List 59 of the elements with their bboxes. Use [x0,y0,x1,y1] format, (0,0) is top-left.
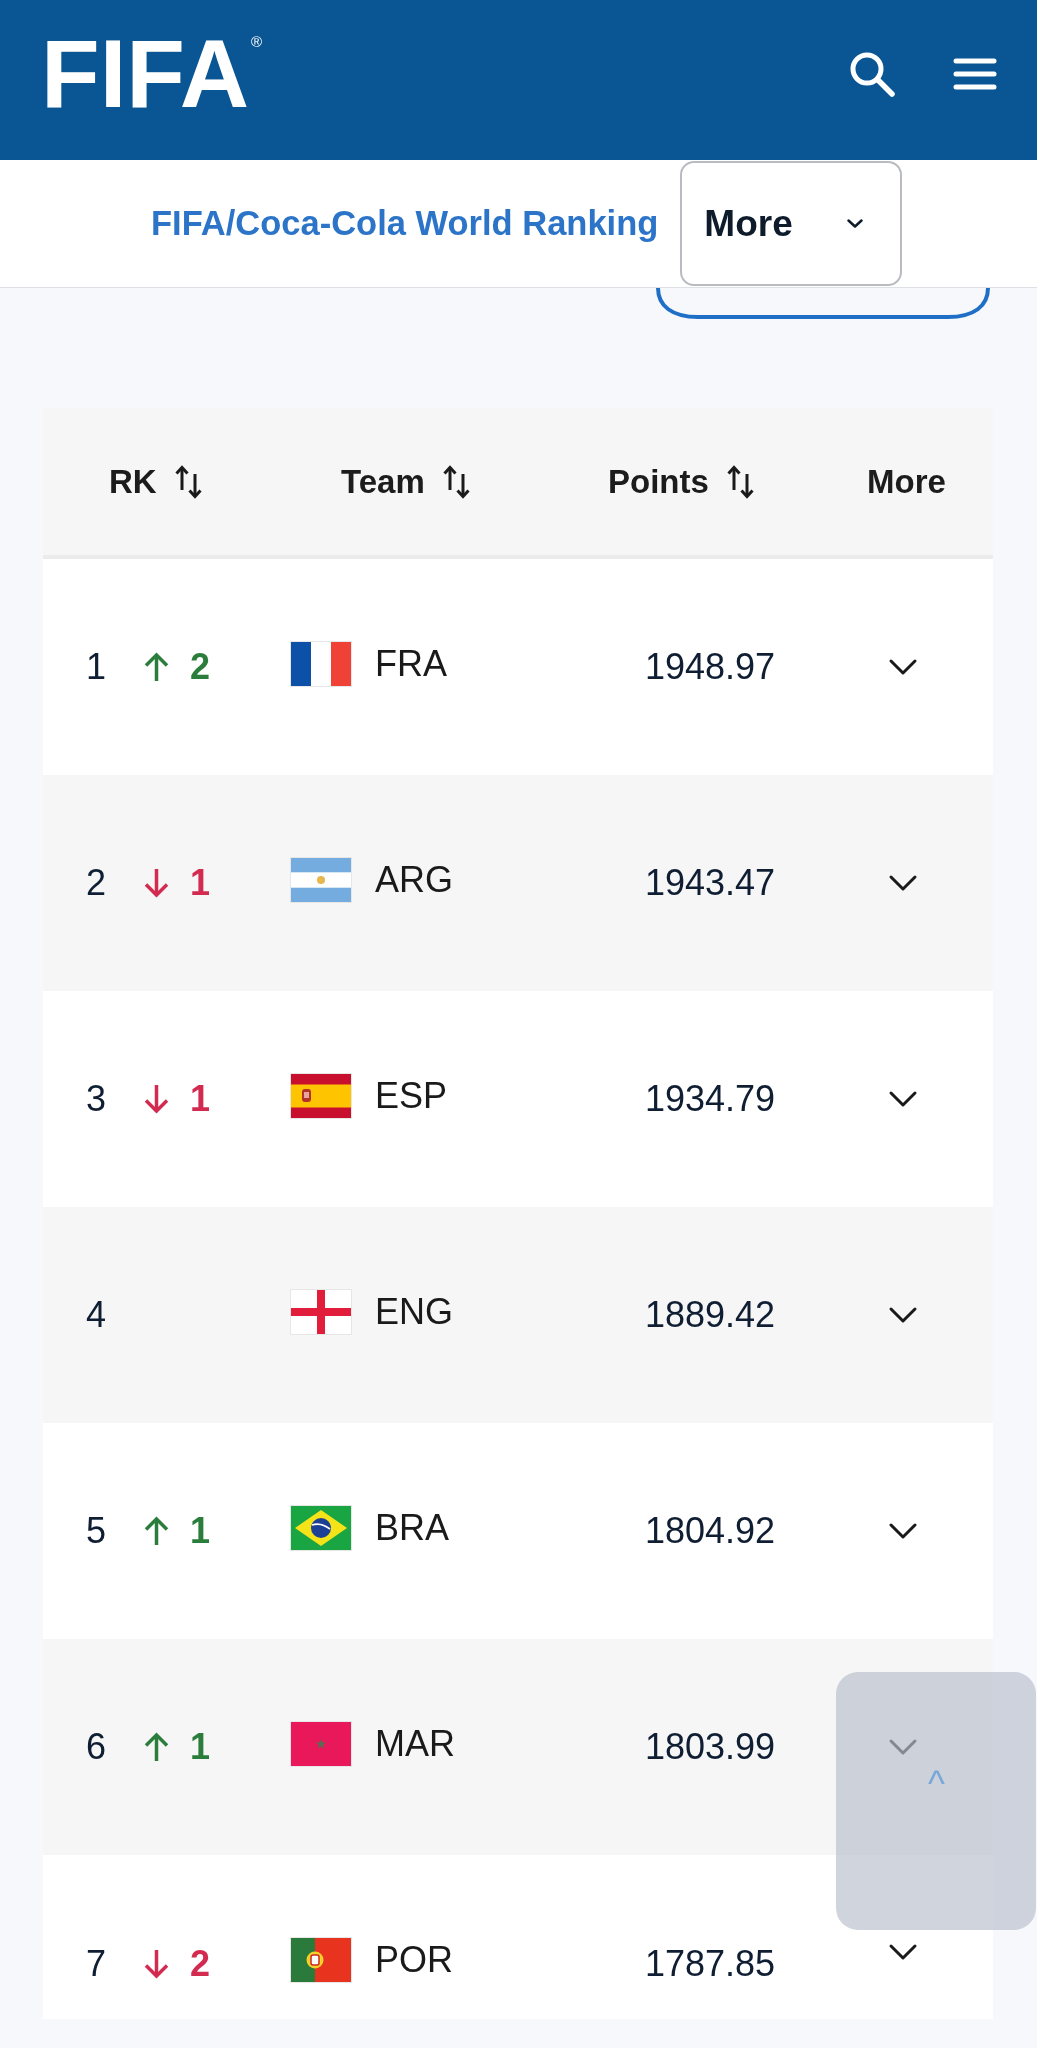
chevron-down-icon[interactable] [888,1522,918,1540]
chevron-down-icon[interactable] [888,1090,918,1108]
chevron-down-icon[interactable] [846,218,865,229]
chevron-down-icon[interactable] [888,1943,918,1961]
column-header[interactable]: Team [341,462,471,501]
team-code: POR [375,1939,453,1981]
rank-change: 2 [190,1943,211,1985]
team-code: ENG [375,1291,453,1333]
arrow-down-icon [143,1084,171,1114]
points-value: 1934.79 [644,1078,776,1120]
points-value: 1804.92 [644,1510,776,1552]
arrow-down-icon [143,1949,171,1979]
arrow-up-icon [143,652,171,682]
chevron-down-icon[interactable] [888,1306,918,1324]
team-code: ARG [375,859,453,901]
rank-change: 1 [190,862,211,904]
points-value: 1803.99 [644,1726,776,1768]
rank-number: 7 [86,1943,107,1985]
brazilian-flag-icon [290,1505,352,1551]
points-value: 1787.85 [644,1943,776,1985]
points-value: 1889.42 [644,1294,776,1336]
team-code: MAR [375,1723,455,1765]
rank-number: 2 [86,862,107,904]
chevron-down-icon[interactable] [888,658,918,676]
column-header[interactable]: Points [608,462,755,501]
rank-change: 1 [190,1726,211,1768]
french-flag-icon [290,641,352,687]
rank-number: 1 [86,646,107,688]
team-code: FRA [375,643,447,685]
rank-number: 3 [86,1078,107,1120]
rank-number: 4 [86,1294,107,1336]
sort-icon[interactable] [173,463,203,500]
sort-icon[interactable] [725,463,755,500]
argentine-flag-icon [290,857,352,903]
team-code: BRA [375,1507,450,1549]
rank-change: 2 [190,646,211,688]
column-title: More [867,462,946,501]
rank-number: 5 [86,1510,107,1552]
points-value: 1948.97 [644,646,776,688]
menu-icon[interactable] [953,57,997,91]
search-icon[interactable] [848,50,896,98]
section-link[interactable]: FIFA/Coca-Cola World Ranking [151,204,659,243]
more-dropdown[interactable]: More [680,161,903,286]
arrow-up-icon [143,1732,171,1762]
sort-icon[interactable] [441,463,471,500]
chevron-down-icon[interactable] [888,874,918,892]
points-value: 1943.47 [644,862,776,904]
moroccan-flag-icon [290,1721,352,1767]
spanish-flag-icon [290,1073,352,1119]
arrow-up-icon [143,1516,171,1546]
column-header[interactable]: RK [109,462,203,501]
site-logo[interactable]: FIFA$^{®}$ [41,26,263,122]
rank-number: 6 [86,1726,107,1768]
rank-change: 1 [190,1510,211,1552]
rank-change: 1 [190,1078,211,1120]
team-code: ESP [375,1075,448,1117]
portuguese-flag-icon [290,1937,352,1983]
english-flag-icon [290,1289,352,1335]
arrow-down-icon [143,868,171,898]
